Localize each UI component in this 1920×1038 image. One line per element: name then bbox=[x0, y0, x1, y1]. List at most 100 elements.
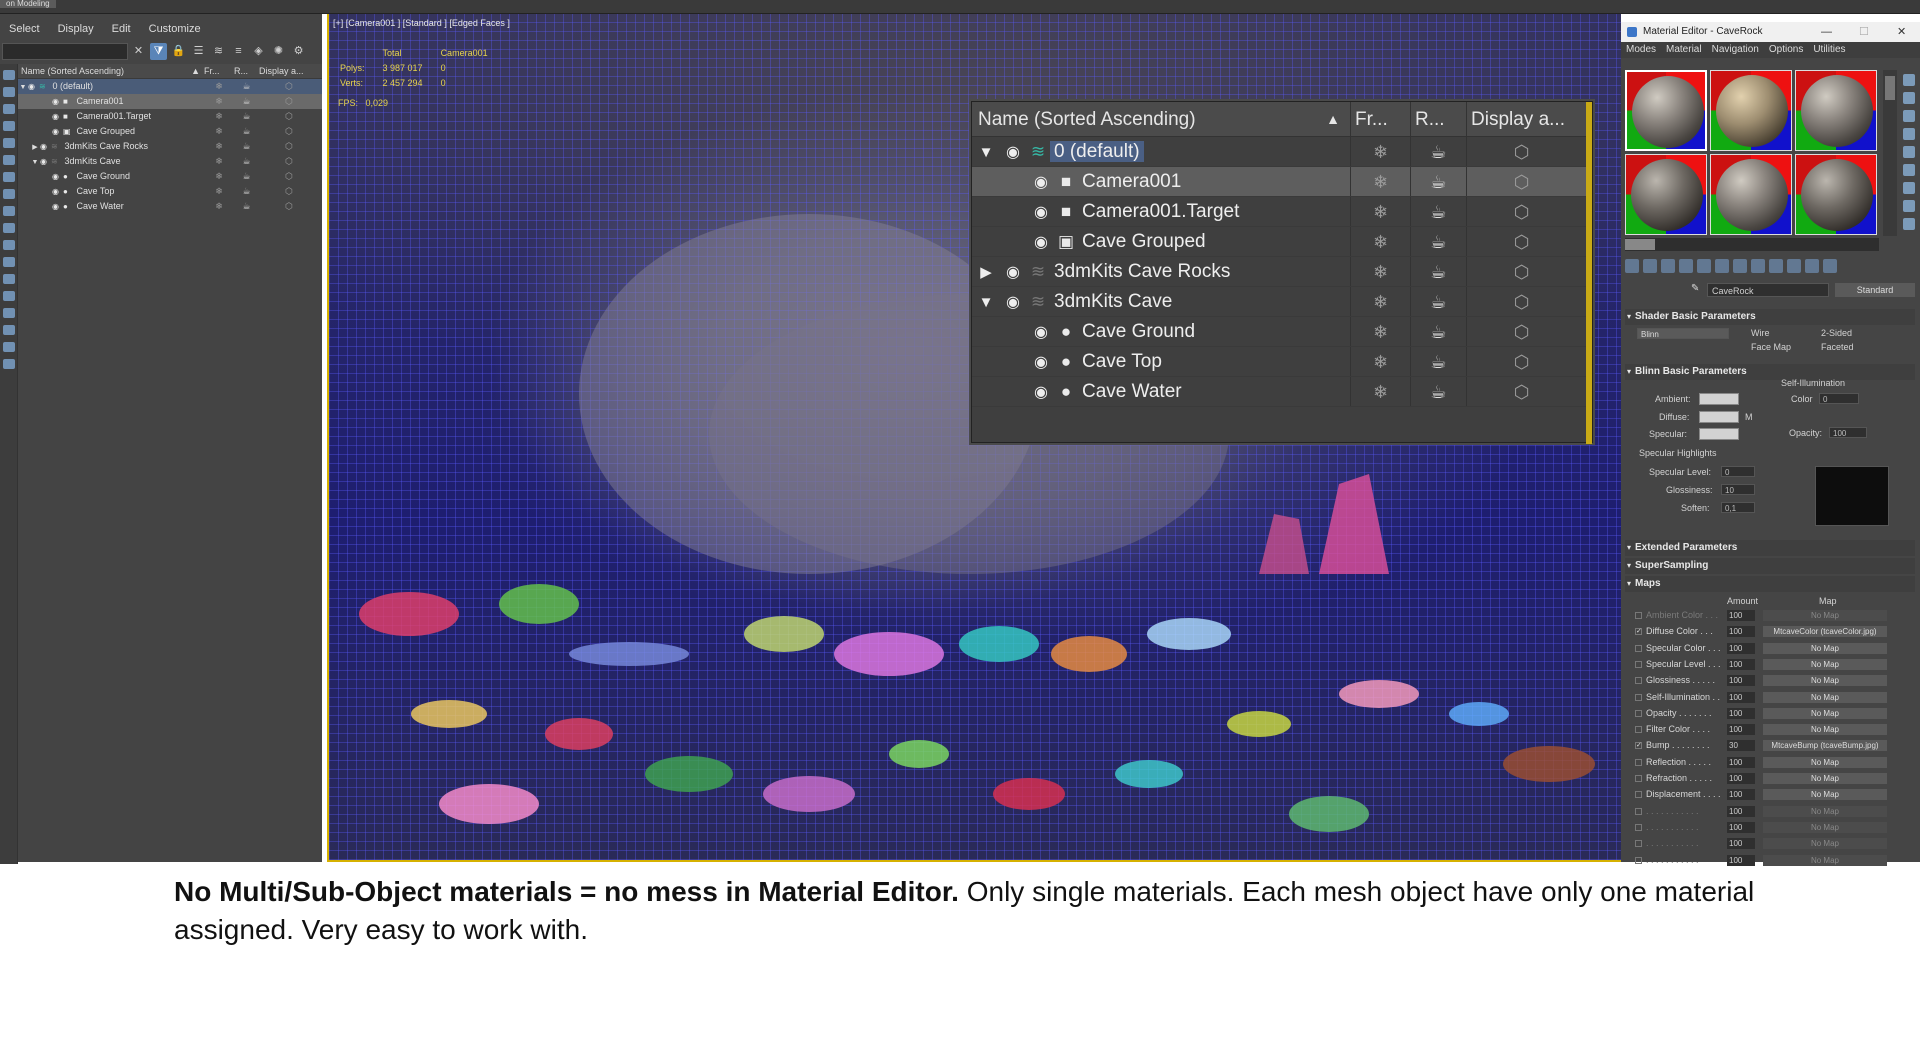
expand-toggle-icon[interactable]: ▼ bbox=[972, 138, 1000, 168]
teapot-icon[interactable]: ☕ bbox=[1410, 317, 1466, 346]
blinn-basic-rollout[interactable]: Blinn Basic Parameters bbox=[1625, 364, 1915, 380]
teapot-icon[interactable]: ☕ bbox=[1410, 347, 1466, 376]
box-icon[interactable]: ⬡ bbox=[259, 124, 319, 139]
side-tool-icon[interactable] bbox=[3, 325, 15, 335]
specular-swatch[interactable] bbox=[1699, 428, 1739, 440]
menu-material[interactable]: Material bbox=[1661, 42, 1707, 58]
ambient-swatch[interactable] bbox=[1699, 393, 1739, 405]
column-header-freeze[interactable]: Fr... bbox=[204, 64, 234, 78]
sample-slot[interactable] bbox=[1795, 70, 1877, 151]
go-to-parent-icon[interactable] bbox=[1805, 259, 1819, 273]
zoom-explorer-row[interactable]: ◉ ▣ Cave Grouped ❄ ☕ ⬡ bbox=[972, 227, 1592, 257]
eye-icon[interactable]: ◉ bbox=[1028, 228, 1054, 258]
expand-toggle-icon[interactable]: ▼ bbox=[972, 288, 1000, 318]
teapot-icon[interactable]: ☕ bbox=[234, 199, 259, 214]
eye-icon[interactable]: ◉ bbox=[1000, 258, 1026, 288]
freeze-icon[interactable]: ❄ bbox=[204, 154, 234, 169]
box-icon[interactable]: ⬡ bbox=[1466, 227, 1576, 256]
eye-icon[interactable]: ◉ bbox=[40, 154, 51, 169]
clear-search-icon[interactable]: ✕ bbox=[130, 43, 147, 60]
map-amount-spinner[interactable]: 100 bbox=[1727, 773, 1755, 784]
explorer-row[interactable]: ◉ ■ Camera001 ❄ ☕ ⬡ bbox=[18, 94, 322, 109]
eye-icon[interactable]: ◉ bbox=[1028, 378, 1054, 408]
teapot-icon[interactable]: ☕ bbox=[234, 124, 259, 139]
map-slot-button[interactable]: MtcaveColor (tcaveColor.jpg) bbox=[1763, 626, 1887, 638]
map-enable-checkbox[interactable] bbox=[1635, 709, 1642, 717]
diffuse-swatch[interactable] bbox=[1699, 411, 1739, 423]
map-amount-spinner[interactable]: 100 bbox=[1727, 658, 1755, 670]
self-illum-color-value[interactable]: 0 bbox=[1819, 393, 1859, 404]
zoom-explorer-row[interactable]: ◉ ■ Camera001.Target ❄ ☕ ⬡ bbox=[972, 197, 1592, 227]
map-enable-checkbox[interactable] bbox=[1635, 840, 1642, 848]
teapot-icon[interactable]: ☕ bbox=[1410, 377, 1466, 406]
put-to-scene-icon[interactable] bbox=[1643, 259, 1657, 273]
teapot-icon[interactable]: ☕ bbox=[1410, 227, 1466, 256]
eye-icon[interactable]: ◉ bbox=[52, 199, 63, 214]
box-icon[interactable]: ⬡ bbox=[1466, 287, 1576, 316]
teapot-icon[interactable]: ☕ bbox=[234, 94, 259, 109]
map-slot-button[interactable]: No Map bbox=[1763, 707, 1887, 719]
map-enable-checkbox[interactable] bbox=[1635, 823, 1642, 831]
uv-tiling-icon[interactable] bbox=[1903, 128, 1915, 140]
map-slot-button[interactable]: No Map bbox=[1763, 821, 1887, 833]
teapot-icon[interactable]: ☕ bbox=[1410, 197, 1466, 226]
side-tool-icon[interactable] bbox=[3, 342, 15, 352]
zoom-explorer-row[interactable]: ◉ ■ Camera001 ❄ ☕ ⬡ bbox=[972, 167, 1592, 197]
map-amount-spinner[interactable]: 100 bbox=[1727, 626, 1755, 638]
map-slot-button[interactable]: No Map bbox=[1763, 610, 1887, 621]
slots-horizontal-scrollbar[interactable] bbox=[1625, 238, 1879, 251]
explorer-row[interactable]: ◉ ● Cave Ground ❄ ☕ ⬡ bbox=[18, 169, 322, 184]
freeze-icon[interactable]: ❄ bbox=[204, 94, 234, 109]
map-amount-spinner[interactable]: 100 bbox=[1727, 724, 1755, 736]
sample-slot[interactable] bbox=[1625, 70, 1707, 151]
eye-icon[interactable]: ◉ bbox=[52, 184, 63, 199]
box-icon[interactable]: ⬡ bbox=[259, 154, 319, 169]
scroll-thumb[interactable] bbox=[1625, 239, 1655, 250]
freeze-icon[interactable]: ❄ bbox=[1350, 287, 1410, 316]
assign-to-selection-icon[interactable] bbox=[1661, 259, 1675, 273]
map-slot-button[interactable]: No Map bbox=[1763, 756, 1887, 768]
preview-icon[interactable] bbox=[1903, 164, 1915, 176]
expand-toggle-icon[interactable]: ▼ bbox=[18, 80, 28, 95]
sample-slot[interactable] bbox=[1795, 154, 1877, 235]
freeze-icon[interactable]: ❄ bbox=[1350, 377, 1410, 406]
map-amount-spinner[interactable]: 100 bbox=[1727, 675, 1755, 687]
eye-icon[interactable]: ◉ bbox=[52, 94, 63, 109]
settings-icon[interactable]: ⚙ bbox=[290, 43, 307, 60]
show-end-result-icon[interactable] bbox=[1787, 259, 1801, 273]
extended-parameters-rollout[interactable]: Extended Parameters bbox=[1625, 540, 1915, 556]
eye-icon[interactable]: ◉ bbox=[1028, 318, 1054, 348]
teapot-icon[interactable]: ☕ bbox=[1410, 137, 1466, 166]
freeze-icon[interactable]: ❄ bbox=[1350, 257, 1410, 286]
side-tool-icon[interactable] bbox=[3, 172, 15, 182]
layers-icon[interactable]: ≋ bbox=[210, 43, 227, 60]
teapot-icon[interactable]: ☕ bbox=[234, 109, 259, 124]
filter-icon[interactable]: ⧩ bbox=[150, 43, 167, 60]
eye-icon[interactable]: ◉ bbox=[1028, 168, 1054, 198]
map-enable-checkbox[interactable] bbox=[1635, 856, 1642, 864]
lock-icon[interactable]: 🔒 bbox=[170, 43, 187, 60]
map-amount-spinner[interactable]: 100 bbox=[1727, 789, 1755, 801]
go-forward-icon[interactable] bbox=[1823, 259, 1837, 273]
map-slot-button[interactable]: No Map bbox=[1763, 724, 1887, 736]
sample-type-icon[interactable] bbox=[1903, 74, 1915, 86]
box-icon[interactable]: ⬡ bbox=[1466, 257, 1576, 286]
map-amount-spinner[interactable]: 100 bbox=[1727, 642, 1755, 654]
map-enable-checkbox[interactable] bbox=[1635, 791, 1642, 799]
map-slot-button[interactable]: No Map bbox=[1763, 773, 1887, 784]
close-icon[interactable]: ✕ bbox=[1897, 22, 1906, 42]
side-tool-icon[interactable] bbox=[3, 138, 15, 148]
map-enable-checkbox[interactable] bbox=[1635, 693, 1642, 701]
freeze-icon[interactable]: ❄ bbox=[1350, 317, 1410, 346]
options-icon[interactable] bbox=[1903, 182, 1915, 194]
map-amount-spinner[interactable]: 100 bbox=[1727, 838, 1755, 850]
freeze-icon[interactable]: ❄ bbox=[204, 124, 234, 139]
background-icon[interactable] bbox=[1903, 110, 1915, 122]
zoom-explorer-row[interactable]: ◉ ● Cave Top ❄ ☕ ⬡ bbox=[972, 347, 1592, 377]
freeze-icon[interactable]: ❄ bbox=[1350, 227, 1410, 256]
map-enable-checkbox[interactable] bbox=[1635, 644, 1642, 652]
side-tool-icon[interactable] bbox=[3, 223, 15, 233]
expand-toggle-icon[interactable]: ▶ bbox=[972, 258, 1000, 288]
material-id-icon[interactable] bbox=[1751, 259, 1765, 273]
freeze-icon[interactable]: ❄ bbox=[1350, 347, 1410, 376]
